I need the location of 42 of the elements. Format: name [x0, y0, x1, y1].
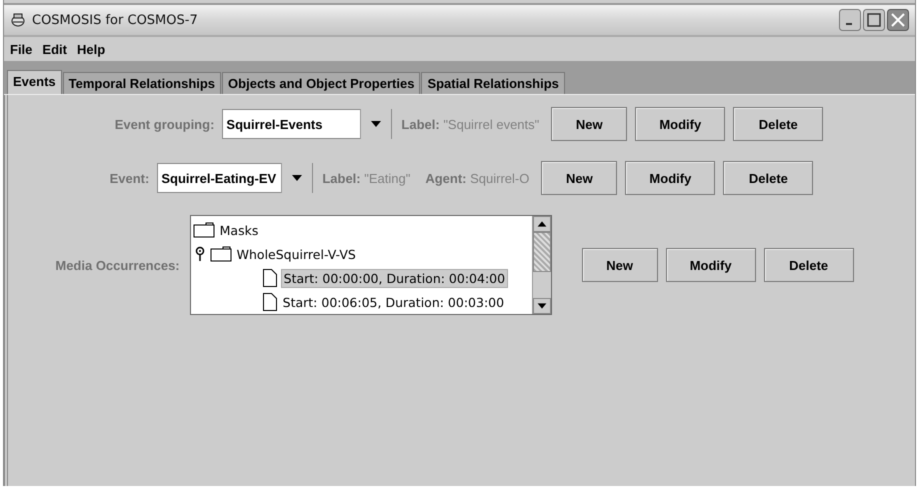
- folder-icon: [192, 222, 215, 238]
- tree-item[interactable]: WholeSquirrel-V-VS: [234, 246, 358, 262]
- action-button[interactable]: Delete: [723, 161, 814, 195]
- action-button[interactable]: Delete: [764, 248, 854, 282]
- tab[interactable]: Spatial Relationships: [421, 72, 565, 94]
- maximize-button[interactable]: [863, 9, 885, 31]
- tab[interactable]: Events: [7, 70, 62, 94]
- info-text: Label: "Eating": [322, 170, 410, 186]
- tab[interactable]: Temporal Relationships: [62, 72, 222, 94]
- menu-item[interactable]: Help: [76, 42, 106, 56]
- scrollbar[interactable]: [532, 216, 551, 314]
- app-icon: [10, 12, 26, 28]
- field-label: Event:: [110, 170, 150, 186]
- info-text: Agent: Squirrel-O: [425, 170, 530, 186]
- tree-item[interactable]: Start: 00:00:00, Duration: 00:04:00: [280, 268, 508, 288]
- action-button[interactable]: New: [582, 248, 658, 282]
- menu-item[interactable]: Edit: [42, 42, 67, 56]
- expand-handle-icon[interactable]: [194, 246, 205, 262]
- minimize-button[interactable]: [839, 9, 861, 31]
- action-button[interactable]: Modify: [625, 161, 716, 195]
- dropdown[interactable]: Squirrel-Eating-EV: [157, 163, 314, 193]
- info-text: Label: "Squirrel events": [401, 116, 540, 132]
- action-button[interactable]: New: [551, 107, 628, 141]
- scroll-thumb[interactable]: [532, 232, 551, 272]
- menu-item[interactable]: File: [10, 42, 32, 56]
- action-button[interactable]: Modify: [666, 248, 756, 282]
- tree-item[interactable]: Masks: [218, 222, 260, 238]
- field-label: Event grouping:: [114, 116, 214, 132]
- dropdown[interactable]: Squirrel-Events: [222, 109, 392, 139]
- scroll-down-icon[interactable]: [532, 298, 551, 314]
- document-icon: [262, 292, 278, 312]
- action-button[interactable]: Delete: [733, 107, 824, 141]
- action-button[interactable]: Modify: [635, 107, 726, 141]
- tree-item[interactable]: Start: 00:06:05, Duration: 00:03:00: [280, 294, 506, 310]
- scroll-up-icon[interactable]: [532, 216, 551, 232]
- field-label: Media Occurrences:: [55, 258, 180, 272]
- close-button[interactable]: [887, 9, 909, 31]
- folder-icon: [210, 246, 232, 262]
- document-icon: [262, 268, 278, 288]
- tab[interactable]: Objects and Object Properties: [222, 72, 420, 94]
- window-title: COSMOSIS for COSMOS-7: [32, 12, 198, 28]
- action-button[interactable]: New: [541, 161, 618, 195]
